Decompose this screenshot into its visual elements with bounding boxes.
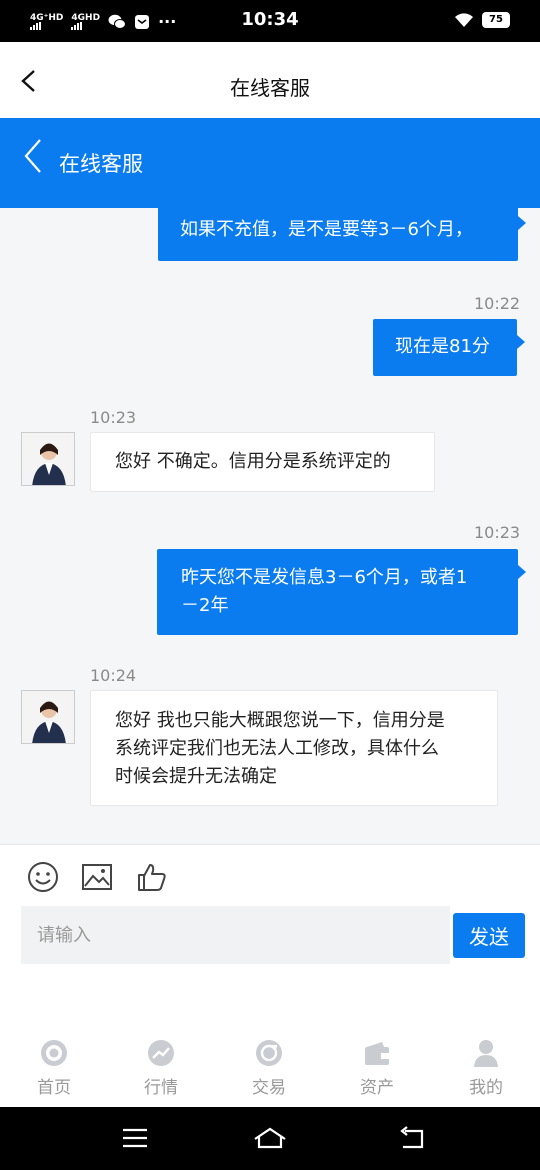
status-right: 75 — [454, 12, 510, 28]
tab-trade[interactable]: 交易 — [229, 1038, 309, 1098]
tab-home[interactable]: 首页 — [14, 1038, 94, 1098]
system-navigation — [0, 1107, 540, 1170]
tab-label: 资产 — [360, 1078, 394, 1098]
tab-label: 行情 — [144, 1078, 178, 1098]
back-button-icon[interactable] — [397, 1125, 427, 1151]
message-outgoing: 如果不充值，是不是要等3－6个月， — [158, 208, 526, 261]
message-text: 您好 不确定。信用分是系统评定的 — [115, 451, 391, 472]
image-icon[interactable] — [81, 861, 113, 893]
message-text-line: －2年 — [181, 595, 229, 616]
user-icon — [474, 1040, 498, 1067]
tab-me[interactable]: 我的 — [446, 1038, 526, 1098]
message-text: 现在是81分 — [395, 336, 490, 357]
message-input[interactable] — [21, 906, 450, 964]
tab-market[interactable]: 行情 — [121, 1038, 201, 1098]
wifi-icon — [455, 13, 473, 27]
wallet-icon — [365, 1042, 389, 1065]
message-text: 如果不充值，是不是要等3－6个月， — [180, 219, 473, 240]
market-icon — [148, 1040, 174, 1066]
chat-messages: 如果不充值，是不是要等3－6个月， 10:22 现在是81分 10:23 您好 … — [0, 208, 540, 844]
page-title: 在线客服 — [230, 76, 310, 100]
message-text-line: 时候会提升无法确定 — [115, 766, 277, 787]
emoji-icon[interactable] — [27, 861, 59, 893]
chat-header-title: 在线客服 — [59, 152, 143, 176]
composer: 发送 — [0, 844, 540, 979]
message-timestamp: 10:23 — [474, 523, 521, 542]
status-bar: 4G⁺HD 4GHD ··· 10:34 75 — [0, 0, 540, 42]
header-back-icon[interactable] — [22, 138, 44, 174]
trade-icon — [256, 1040, 282, 1066]
chat-header: 在线客服 — [0, 118, 540, 208]
message-timestamp: 10:22 — [474, 294, 521, 313]
home-button-icon[interactable] — [252, 1125, 288, 1151]
top-navigation: 在线客服 — [0, 42, 540, 118]
message-timestamp: 10:24 — [90, 666, 137, 685]
message-outgoing: 昨天您不是发信息3－6个月，或者1 －2年 — [157, 549, 526, 635]
message-incoming: 您好 我也只能大概跟您说一下，信用分是 系统评定我们也无法人工修改，具体什么 时… — [90, 690, 498, 806]
thumbs-up-icon[interactable] — [136, 861, 168, 893]
menu-icon[interactable] — [120, 1125, 150, 1151]
tab-assets[interactable]: 资产 — [337, 1038, 417, 1098]
bottom-tab-bar: 首页 行情 交易 资产 我的 — [0, 979, 540, 1107]
tab-label: 交易 — [252, 1078, 286, 1098]
send-button[interactable]: 发送 — [453, 913, 525, 958]
agent-avatar — [21, 690, 75, 744]
message-text-line: 系统评定我们也无法人工修改，具体什么 — [115, 738, 439, 759]
message-outgoing: 现在是81分 — [373, 319, 525, 376]
home-icon — [41, 1040, 67, 1066]
message-incoming: 您好 不确定。信用分是系统评定的 — [90, 432, 435, 492]
agent-avatar — [21, 432, 75, 486]
battery-icon: 75 — [482, 12, 510, 28]
message-timestamp: 10:23 — [90, 408, 137, 427]
tab-label: 首页 — [37, 1078, 71, 1098]
message-text-line: 您好 我也只能大概跟您说一下，信用分是 — [115, 710, 445, 731]
message-text-line: 昨天您不是发信息3－6个月，或者1 — [181, 567, 468, 588]
tab-label: 我的 — [469, 1078, 503, 1098]
